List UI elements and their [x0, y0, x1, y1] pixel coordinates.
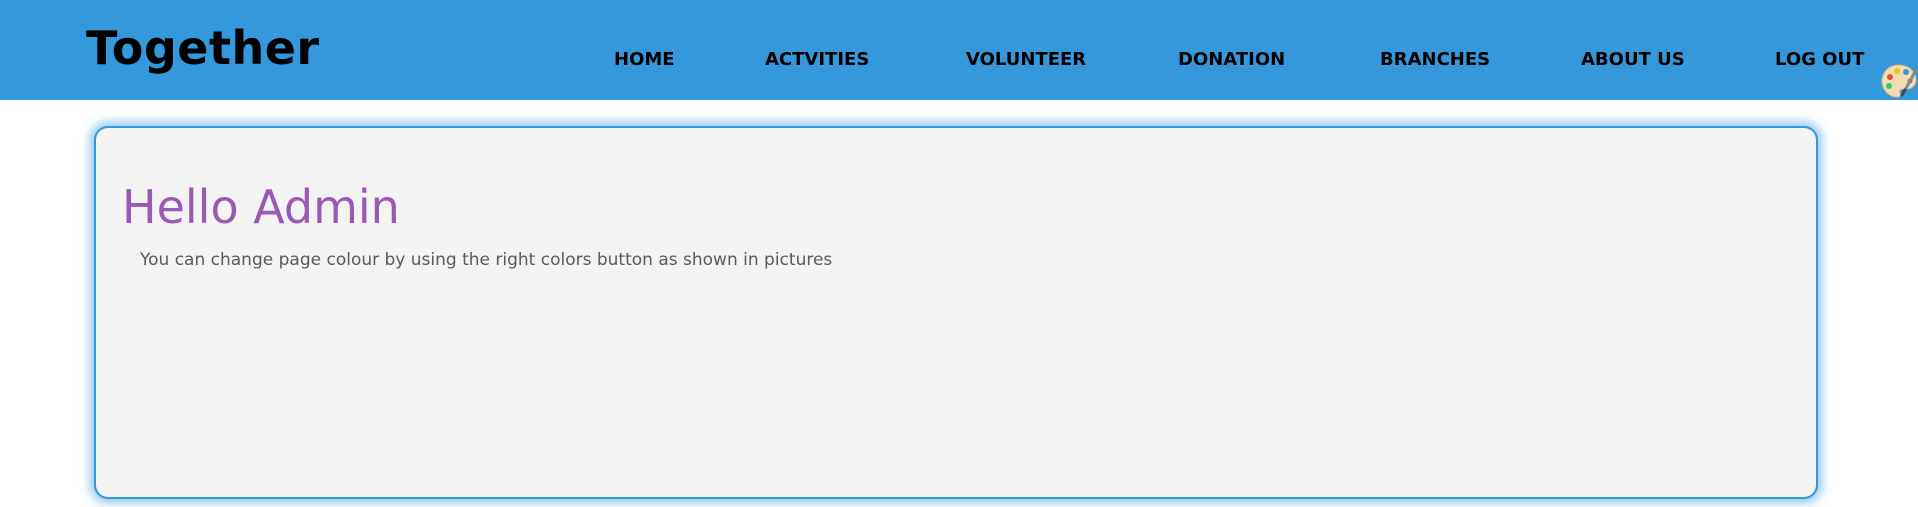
nav-log-out-link[interactable]: LOG OUT	[1775, 49, 1864, 71]
nav-home-link[interactable]: HOME	[614, 49, 675, 71]
nav-activities-link[interactable]: ACTVITIES	[765, 49, 869, 71]
welcome-card: Hello Admin You can change page colour b…	[94, 126, 1818, 499]
nav-volunteer-link[interactable]: VOLUNTEER	[966, 49, 1086, 71]
nav-branches-link[interactable]: BRANCHES	[1380, 49, 1490, 71]
instruction-text: You can change page colour by using the …	[140, 250, 833, 270]
greeting-heading: Hello Admin	[122, 180, 400, 234]
palette-icon-graphic	[1881, 64, 1918, 98]
top-navbar: Together HOME ACTVITIES VOLUNTEER DONATI…	[0, 0, 1918, 100]
nav-donation-link[interactable]: DONATION	[1178, 49, 1285, 71]
nav-about-us-link[interactable]: ABOUT US	[1581, 49, 1685, 71]
site-logo-text[interactable]: Together	[86, 18, 320, 78]
palette-icon[interactable]	[1880, 62, 1918, 100]
